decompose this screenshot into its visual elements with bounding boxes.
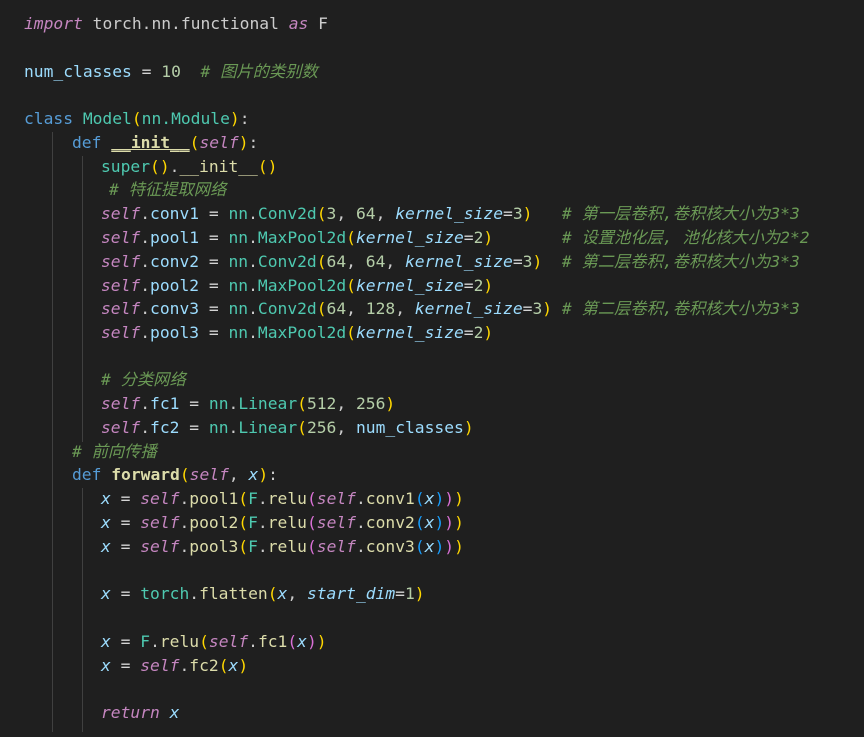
code-line: self.pool1 = nn.MaxPool2d(kernel_size=2)… xyxy=(101,228,810,247)
code-line: x = self.pool1(F.relu(self.conv1(x))) xyxy=(101,489,464,508)
code-line: # 前向传播 xyxy=(72,442,157,461)
code-line: def forward(self, x): xyxy=(72,465,278,484)
code-line: self.pool2 = nn.MaxPool2d(kernel_size=2) xyxy=(101,276,494,295)
code-line: # 特征提取网络 xyxy=(109,180,227,199)
code-line: class Model(nn.Module): xyxy=(24,109,250,128)
code-line: return x xyxy=(101,703,180,722)
code-line: import torch.nn.functional as F xyxy=(24,14,328,33)
code-line: self.conv2 = nn.Conv2d(64, 64, kernel_si… xyxy=(101,252,800,271)
code-line: x = self.pool2(F.relu(self.conv2(x))) xyxy=(101,513,464,532)
code-line: def __init__(self): xyxy=(72,133,259,152)
code-line: # 分类网络 xyxy=(101,370,186,389)
code-line: num_classes = 10 # 图片的类别数 xyxy=(24,62,318,81)
code-line: self.conv1 = nn.Conv2d(3, 64, kernel_siz… xyxy=(101,204,800,223)
indent-guide xyxy=(82,488,83,732)
code-line: self.conv3 = nn.Conv2d(64, 128, kernel_s… xyxy=(101,299,800,318)
code-line: super().__init__() xyxy=(101,157,278,176)
code-line: self.fc1 = nn.Linear(512, 256) xyxy=(101,394,396,413)
code-line: x = F.relu(self.fc1(x)) xyxy=(101,632,327,651)
code-line: x = self.pool3(F.relu(self.conv3(x))) xyxy=(101,537,464,556)
indent-guide xyxy=(82,156,83,442)
code-line: self.fc2 = nn.Linear(256, num_classes) xyxy=(101,418,474,437)
code-line: self.pool3 = nn.MaxPool2d(kernel_size=2) xyxy=(101,323,494,342)
code-line: x = self.fc2(x) xyxy=(101,656,249,675)
code-editor[interactable]: import torch.nn.functional as F num_clas… xyxy=(0,0,864,737)
code-line: x = torch.flatten(x, start_dim=1) xyxy=(101,584,425,603)
indent-guide xyxy=(52,132,53,732)
